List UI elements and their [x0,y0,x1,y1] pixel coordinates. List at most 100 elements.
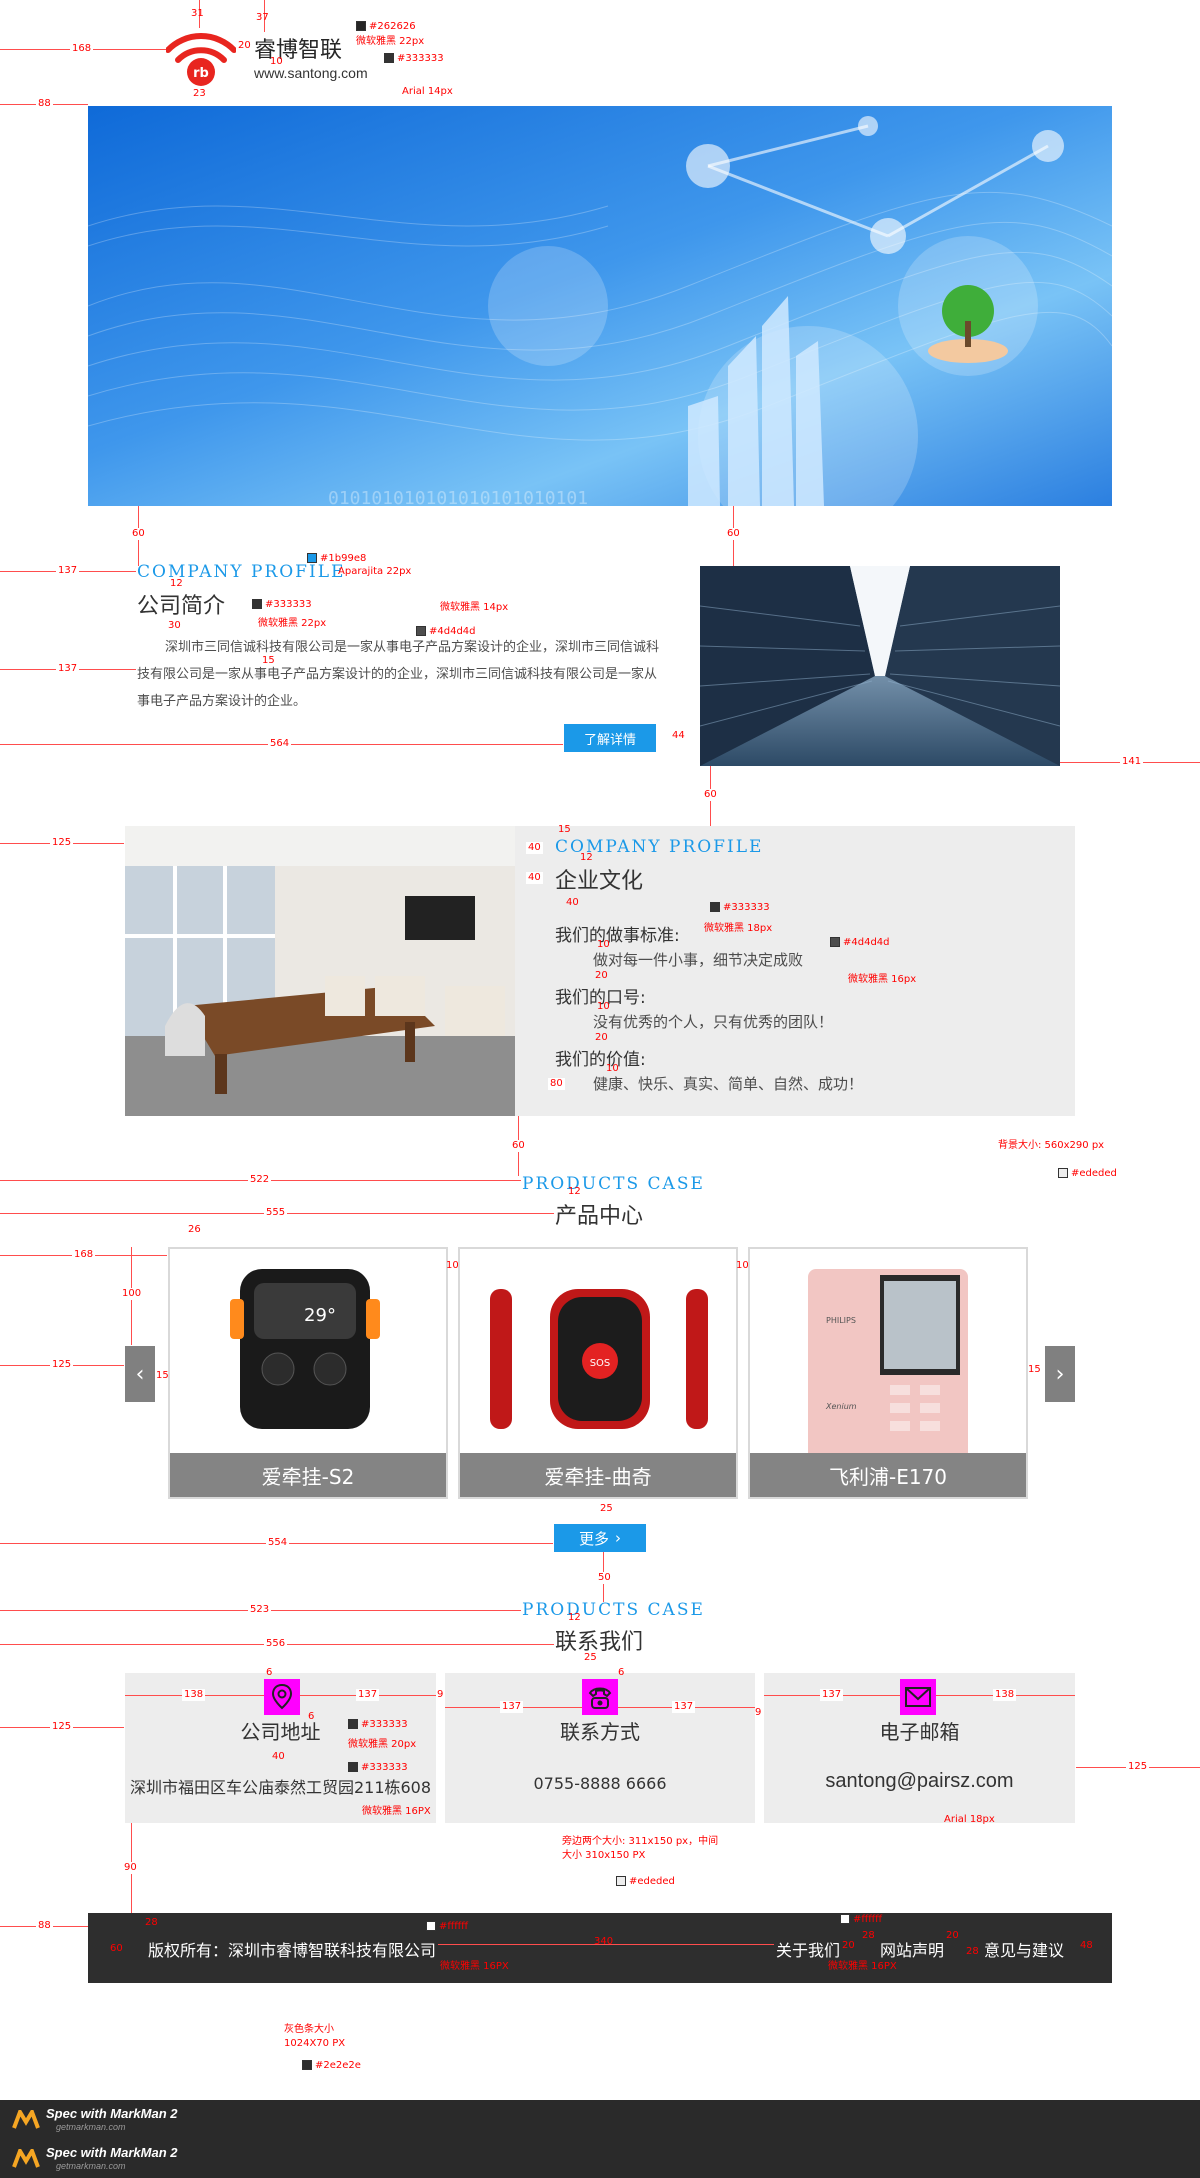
annotation: #333333 [348,1719,408,1731]
culture-item-heading: 我们的做事标准: [555,926,680,946]
annotation: 26 [188,1224,201,1235]
annotation: 137 [820,1689,844,1701]
annotation: 1024X70 PX [284,2038,346,2049]
annotation: 20 [595,970,608,981]
footer-copyright: 版权所有：深圳市睿博智联科技有限公司 [148,1941,437,1960]
annotation: 15 [1028,1364,1041,1375]
carousel-prev-button[interactable]: ‹ [125,1346,155,1402]
svg-text:29°: 29° [304,1305,336,1326]
profile-more-button[interactable]: 了解详情 [564,724,656,752]
office-illustration [125,826,515,1116]
annotation: Arial 18px [944,1814,995,1825]
annotation: 10 [597,1001,610,1012]
svg-text:010101010101010101010101: 010101010101010101010101 [328,488,588,506]
annotation: 555 [264,1207,288,1219]
annotation: 15 [156,1370,169,1381]
annotation: 微软雅黑 16px [848,974,917,985]
annotation: 28 [145,1917,158,1928]
annotation: 137 [56,565,80,577]
annotation: 6 [266,1667,273,1678]
annotation: 137 [672,1701,696,1713]
contact-cn-title: 联系我们 [555,1630,644,1655]
annotation: 40 [526,842,543,854]
annotation: #333333 [710,902,770,914]
footer-link-statement[interactable]: 网站声明 [880,1937,944,1961]
culture-image [125,826,515,1116]
contact-value[interactable]: santong@pairsz.com [764,1770,1075,1793]
annotation: #1b99e8 [307,553,366,565]
product-card[interactable]: SOS 爱牵挂-曲奇 [458,1247,738,1499]
products-en-title: PRODUCTS CASE [522,1174,705,1194]
annotation: 80 [548,1078,565,1090]
annotation: 20 [842,1940,855,1951]
svg-text:Xenium: Xenium [825,1402,857,1411]
chevron-right-icon: › [1055,1361,1065,1387]
annotation: #ffffff [840,1914,882,1926]
annotation: 138 [182,1689,206,1701]
product-image-cookie: SOS [490,1289,708,1429]
contact-value[interactable]: 0755-8888 6666 [445,1774,755,1793]
annotation: #262626 [356,21,416,33]
chevron-left-icon: ‹ [135,1361,145,1387]
annotation: 554 [266,1537,290,1549]
culture-cn-title: 企业文化 [555,869,644,894]
annotation: 50 [596,1572,613,1584]
annotation: 90 [122,1862,139,1874]
annotation: 137 [56,663,80,675]
annotation: 10 [597,939,610,950]
footer-link-feedback[interactable]: 意见与建议 [984,1937,1064,1961]
contact-en-title: PRODUCTS CASE [522,1600,705,1620]
markman-site: getmarkman.com [56,2161,126,2171]
brand-name: 睿博智联 [254,38,343,63]
annotation: 20 [946,1930,959,1941]
annotation: 灰色条大小 [284,2024,334,2035]
annotation: 88 [36,98,53,110]
annotation: 12 [568,1186,581,1197]
annotation: 微软雅黑 14px [440,602,509,613]
annotation: 12 [580,852,593,863]
annotation: 微软雅黑 16PX [362,1806,431,1817]
annotation: 20 [595,1032,608,1043]
annotation: #2e2e2e [302,2060,361,2072]
profile-cn-title: 公司简介 [137,594,226,619]
annotation: #4d4d4d [416,626,476,638]
annotation: 25 [600,1503,613,1514]
annotation: 125 [50,837,74,849]
product-card[interactable]: PHILIPS Xenium 飞利浦-E170 [748,1247,1028,1499]
mail-icon [900,1679,936,1715]
annotation: #ffffff [426,1921,468,1933]
phone-icon [582,1679,618,1715]
product-card[interactable]: 29° 爱牵挂-S2 [168,1247,448,1499]
annotation: 88 [36,1920,53,1932]
annotation: Aparajita 22px [338,566,412,577]
svg-text:SOS: SOS [590,1358,611,1369]
annotation: 40 [566,897,579,908]
annotation: 25 [584,1652,597,1663]
product-name: 爱牵挂-S2 [170,1453,446,1497]
products-more-button[interactable]: 更多 › [554,1524,646,1552]
markman-label: Spec with MarkMan 2 [46,2145,178,2160]
logo[interactable]: rb [165,28,237,92]
annotation: 15 [558,824,571,835]
annotation: 40 [272,1751,285,1762]
carousel-next-button[interactable]: › [1045,1346,1075,1402]
annotation: 138 [993,1689,1017,1701]
banner-illustration: 010101010101010101010101 [88,116,1112,506]
footer-link-about[interactable]: 关于我们 [776,1937,840,1961]
profile-text: 深圳市三同信诚科技有限公司是一家从事电子产品方案设计的企业，深圳市三同信诚科技有… [137,640,660,709]
annotation: 10 [270,56,283,67]
annotation: 微软雅黑 16PX [828,1961,897,1972]
annotation: 31 [191,8,204,19]
annotation: 6 [618,1667,625,1678]
markman-label: Spec with MarkMan 2 [46,2106,178,2121]
annotation: 125 [50,1721,74,1733]
annotation: 20 [238,40,251,51]
annotation: 10 [446,1260,459,1271]
product-image-watch: 29° [230,1269,380,1429]
culture-item-heading: 我们的价值: [555,1050,646,1070]
skyscraper-illustration [700,566,1060,766]
annotation: 48 [1080,1940,1093,1951]
annotation: 168 [72,1249,96,1261]
markman-bar: Spec with MarkMan 2 getmarkman.com [0,2100,1200,2139]
annotation: 60 [510,1140,527,1152]
